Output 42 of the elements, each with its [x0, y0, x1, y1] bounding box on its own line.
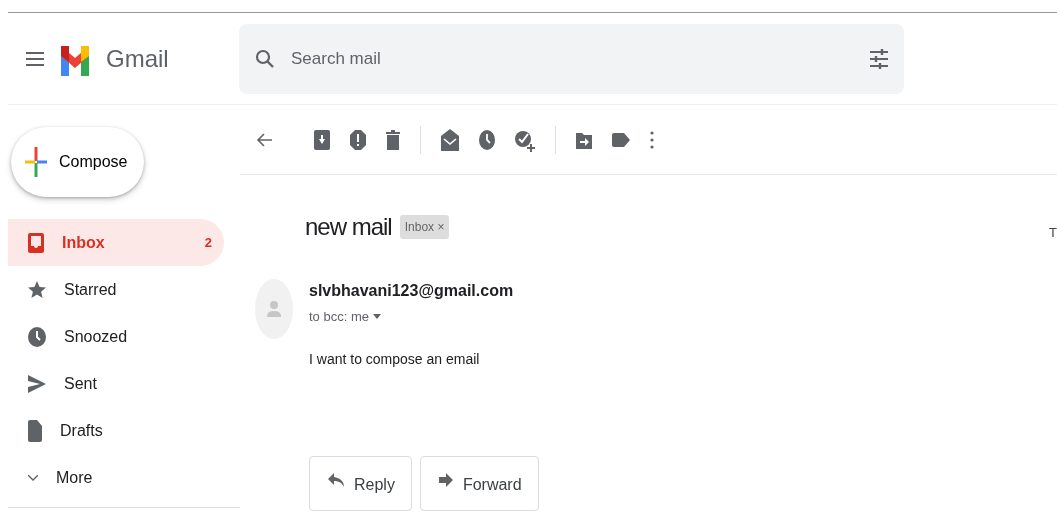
sender-email: slvbhavani123@gmail.com — [309, 281, 515, 301]
dropdown-caret-icon[interactable] — [372, 314, 381, 320]
document-icon — [28, 419, 42, 442]
star-icon — [28, 280, 46, 299]
reply-button[interactable]: Reply — [309, 455, 412, 511]
reply-arrow-icon — [328, 472, 344, 487]
send-icon — [28, 374, 46, 393]
label-tag-icon[interactable] — [612, 132, 630, 147]
forward-button[interactable]: Forward — [419, 455, 539, 511]
app-name: Gmail — [106, 43, 169, 74]
compose-button[interactable]: Compose — [11, 127, 144, 197]
truncated-date-text: T — [1049, 224, 1057, 242]
chevron-down-icon — [28, 474, 38, 481]
trash-icon[interactable] — [386, 129, 400, 150]
more-options-icon[interactable] — [650, 130, 654, 149]
back-arrow-icon[interactable] — [256, 131, 272, 148]
clock-icon[interactable] — [479, 129, 495, 150]
archive-icon[interactable] — [314, 129, 330, 150]
sidebar-item[interactable]: Starred — [8, 266, 224, 313]
forward-arrow-icon — [438, 472, 453, 487]
menu-icon[interactable] — [26, 51, 44, 66]
recipients-text: to bcc: me — [309, 308, 369, 326]
search-bar[interactable]: Search mail — [239, 23, 904, 94]
label-chip: Inbox × — [399, 215, 450, 239]
inbox-icon — [28, 232, 44, 253]
sidebar-item[interactable]: Inbox 2 — [8, 219, 224, 266]
search-icon[interactable] — [255, 48, 275, 69]
sidebar-item[interactable]: Snoozed — [8, 313, 224, 360]
plus-icon — [25, 147, 47, 177]
sidebar-item[interactable]: More — [8, 454, 224, 501]
search-field[interactable]: Search mail — [289, 44, 856, 73]
clock-icon — [28, 326, 46, 347]
sidebar-item[interactable]: Drafts — [8, 407, 224, 454]
email-subject: new mail — [305, 212, 392, 242]
filter-sliders-icon[interactable] — [870, 48, 888, 69]
email-body: I want to compose an email — [309, 349, 481, 369]
remove-label-button[interactable]: × — [437, 220, 445, 234]
envelope-icon[interactable] — [441, 128, 459, 151]
move-to-folder-icon[interactable] — [576, 130, 592, 149]
sidebar-item[interactable]: Sent — [8, 360, 224, 407]
exclamation-icon[interactable] — [350, 129, 366, 150]
person-silhouette-icon — [267, 301, 281, 317]
